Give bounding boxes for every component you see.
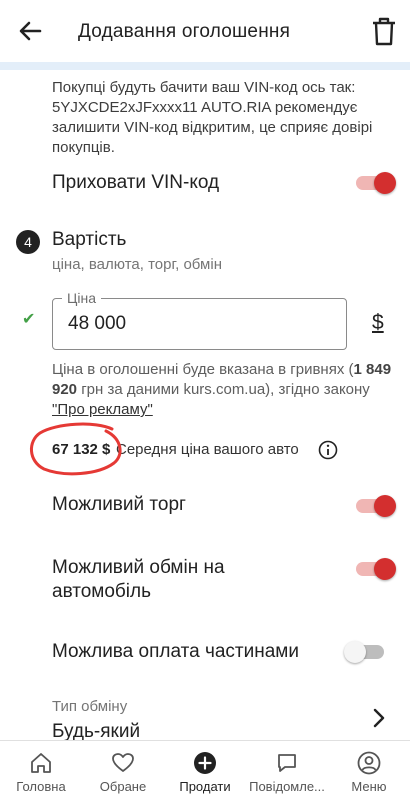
- trash-icon[interactable]: [368, 14, 400, 48]
- law-link[interactable]: "Про рекламу": [52, 401, 153, 418]
- bottom-navigation: Головна Обране Продати Повідомле... Меню: [0, 740, 410, 801]
- heart-icon: [112, 753, 134, 772]
- chevron-right-icon[interactable]: [372, 708, 386, 728]
- hide-vin-label: Приховати VIN-код: [52, 172, 220, 193]
- bargain-label: Можливий торг: [52, 494, 186, 515]
- step-number-badge: 4: [16, 230, 40, 254]
- installments-toggle[interactable]: [344, 641, 384, 663]
- user-icon: [357, 751, 381, 775]
- header-divider: [0, 62, 410, 70]
- nav-favorites-label: Обране: [99, 779, 147, 794]
- nav-menu[interactable]: Меню: [328, 741, 410, 801]
- exchange-toggle[interactable]: [356, 558, 396, 580]
- hide-vin-toggle[interactable]: [356, 172, 396, 194]
- plus-circle-icon: [194, 752, 216, 774]
- price-section-title: Вартість: [52, 229, 127, 250]
- exchange-label: Можливий обмін на автомобіль: [52, 557, 225, 602]
- app-header: Додавання оголошення: [0, 0, 410, 62]
- bargain-toggle[interactable]: [356, 495, 396, 517]
- nav-sell[interactable]: Продати: [164, 741, 246, 801]
- info-icon[interactable]: [318, 440, 338, 460]
- nav-menu-label: Меню: [351, 779, 387, 794]
- chat-icon: [278, 754, 296, 772]
- hand-drawn-circle-mark: [30, 422, 122, 476]
- price-uah-note: Ціна в оголошенні буде вказана в гривнях…: [52, 361, 392, 418]
- average-price-label: Середня ціна вашого авто: [116, 441, 299, 458]
- home-icon: [31, 753, 51, 773]
- nav-favorites[interactable]: Обране: [82, 741, 164, 801]
- page-title: Додавання оголошення: [78, 21, 291, 42]
- exchange-type-caption: Тип обміну: [52, 698, 128, 715]
- installments-label: Можлива оплата частинами: [52, 641, 299, 662]
- nav-sell-label: Продати: [179, 779, 231, 794]
- price-field-label: Ціна: [62, 290, 101, 306]
- vin-info-text: Покупці будуть бачити ваш VIN-код ось та…: [52, 79, 373, 156]
- price-section-subtitle: ціна, валюта, торг, обмін: [52, 256, 222, 273]
- nav-home[interactable]: Головна: [0, 741, 82, 801]
- currency-selector[interactable]: $: [372, 311, 384, 335]
- nav-messages-label: Повідомле...: [249, 779, 325, 794]
- nav-messages[interactable]: Повідомле...: [246, 741, 328, 801]
- price-input-value[interactable]: 48 000: [68, 313, 126, 335]
- check-icon: ✔: [22, 311, 36, 328]
- nav-home-label: Головна: [16, 779, 66, 794]
- arrow-left-icon[interactable]: [14, 14, 48, 48]
